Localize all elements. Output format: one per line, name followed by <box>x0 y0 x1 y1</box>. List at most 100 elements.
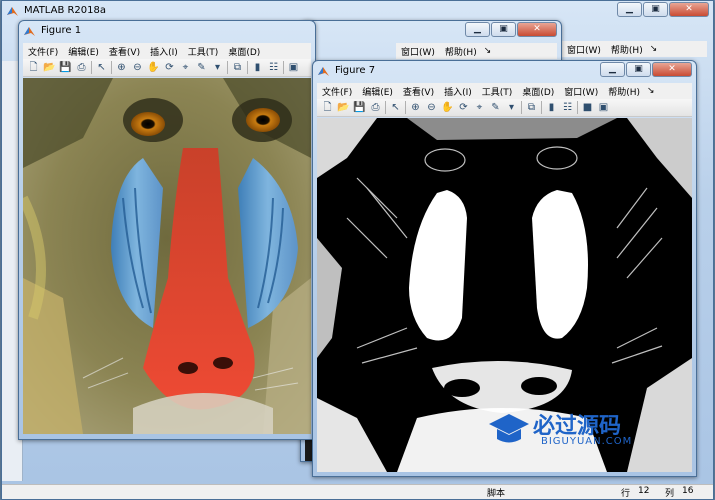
figure7-title-bar[interactable]: Figure 7 ▁ ▣ ✕ <box>313 61 696 83</box>
bg-maximize-button[interactable]: ▣ <box>491 22 516 37</box>
brush-icon[interactable]: ✎ <box>489 101 502 114</box>
hide-plot-tools-icon[interactable]: ■ <box>581 101 594 114</box>
f7-menu-view[interactable]: 查看(V) <box>398 85 439 98</box>
figure1-title-bar[interactable]: Figure 1 <box>19 21 315 43</box>
maximize-button[interactable]: ▣ <box>643 2 668 17</box>
status-row-label: 行 <box>621 489 631 499</box>
f7-menu-edit[interactable]: 编辑(E) <box>357 85 398 98</box>
dropdown-arrow-icon[interactable]: ▾ <box>505 101 518 114</box>
legend-icon[interactable]: ☷ <box>267 61 280 74</box>
colorbar-icon[interactable]: ▮ <box>545 101 558 114</box>
toolbar-separator <box>283 61 284 74</box>
bg-menubar: 窗口(W) 帮助(H) ↘ <box>396 43 557 59</box>
menu-expand-icon[interactable]: ↘ <box>648 44 660 54</box>
toolbar-separator <box>227 61 228 74</box>
figure-icon <box>24 27 35 36</box>
status-col-value: 16 <box>682 486 694 496</box>
mandrill-binary-image: 必过源码 BIGUYUAN.COM <box>317 118 692 472</box>
print-icon[interactable]: ⎙ <box>75 61 88 74</box>
f7-menu-window[interactable]: 窗口(W) <box>559 85 603 98</box>
open-folder-icon[interactable]: 📂 <box>43 61 56 74</box>
zoom-in-icon[interactable]: ⊕ <box>115 61 128 74</box>
f1-menu-edit[interactable]: 编辑(E) <box>63 45 104 58</box>
f1-menu-view[interactable]: 查看(V) <box>104 45 145 58</box>
zoom-out-icon[interactable]: ⊖ <box>425 101 438 114</box>
data-cursor-icon[interactable]: ⌖ <box>179 61 192 74</box>
f7-menu-tools[interactable]: 工具(T) <box>477 85 518 98</box>
f7-menu-insert[interactable]: 插入(I) <box>439 85 477 98</box>
pointer-icon[interactable]: ↖ <box>389 101 402 114</box>
open-folder-icon[interactable]: 📂 <box>337 101 350 114</box>
f1-menu-file[interactable]: 文件(F) <box>23 45 63 58</box>
figure1-window: Figure 1 文件(F) 编辑(E) 查看(V) 插入(I) 工具(T) 桌… <box>18 20 316 440</box>
matlab-logo-icon <box>7 7 18 16</box>
toolbar-separator <box>385 101 386 114</box>
bg-menu-expand-icon[interactable]: ↘ <box>482 46 494 56</box>
mandrill-color-drawing <box>23 78 311 434</box>
f7-menu-file[interactable]: 文件(F) <box>317 85 357 98</box>
toolbar-separator <box>91 61 92 74</box>
watermark-url: BIGUYUAN.COM <box>541 436 633 447</box>
pointer-icon[interactable]: ↖ <box>95 61 108 74</box>
f7-close-button[interactable]: ✕ <box>652 62 692 77</box>
figure7-window: Figure 7 ▁ ▣ ✕ 文件(F) 编辑(E) 查看(V) 插入(I) 工… <box>312 60 697 477</box>
link-plot-icon[interactable]: ⧉ <box>525 101 538 114</box>
toolbar-separator <box>577 101 578 114</box>
new-file-icon[interactable]: 🗋 <box>321 101 334 114</box>
bg-minimize-button[interactable]: ▁ <box>465 22 490 37</box>
new-file-icon[interactable]: 🗋 <box>27 61 40 74</box>
close-button[interactable]: ✕ <box>669 2 709 17</box>
zoom-in-icon[interactable]: ⊕ <box>409 101 422 114</box>
toolbar-separator <box>405 101 406 114</box>
save-icon[interactable]: 💾 <box>353 101 366 114</box>
matlab-title: MATLAB R2018a <box>24 5 107 16</box>
toolbar-separator <box>247 61 248 74</box>
dropdown-arrow-icon[interactable]: ▾ <box>211 61 224 74</box>
f7-menu-desktop[interactable]: 桌面(D) <box>517 85 559 98</box>
matlab-status-bar: 脚本 行 12 列 16 <box>2 484 713 499</box>
save-icon[interactable]: 💾 <box>59 61 72 74</box>
f1-menu-tools[interactable]: 工具(T) <box>183 45 224 58</box>
toolbar-separator <box>541 101 542 114</box>
bg-menu-help[interactable]: 帮助(H) <box>440 45 482 58</box>
watermark: 必过源码 BIGUYUAN.COM <box>485 408 685 458</box>
figure7-title: Figure 7 <box>335 65 376 76</box>
figure7-menubar: 文件(F) 编辑(E) 查看(V) 插入(I) 工具(T) 桌面(D) 窗口(W… <box>317 83 692 99</box>
mandrill-color-image <box>23 78 311 434</box>
brush-icon[interactable]: ✎ <box>195 61 208 74</box>
f1-menu-insert[interactable]: 插入(I) <box>145 45 183 58</box>
figure1-toolbar: 🗋 📂 💾 ⎙ ↖ ⊕ ⊖ ✋ ⟳ ⌖ ✎ ▾ ⧉ ▮ ☷ ▣ <box>23 59 311 77</box>
print-icon[interactable]: ⎙ <box>369 101 382 114</box>
f1-menu-desktop[interactable]: 桌面(D) <box>223 45 265 58</box>
figure1-menubar: 文件(F) 编辑(E) 查看(V) 插入(I) 工具(T) 桌面(D) <box>23 43 311 59</box>
link-plot-icon[interactable]: ⧉ <box>231 61 244 74</box>
data-cursor-icon[interactable]: ⌖ <box>473 101 486 114</box>
menu-help[interactable]: 帮助(H) <box>606 43 648 56</box>
plot-tools-icon[interactable]: ▣ <box>597 101 610 114</box>
toolbar-separator <box>521 101 522 114</box>
rotate-3d-icon[interactable]: ⟳ <box>163 61 176 74</box>
figure-icon <box>318 67 329 76</box>
plot-tools-icon[interactable]: ▣ <box>287 61 300 74</box>
pan-hand-icon[interactable]: ✋ <box>441 101 454 114</box>
matlab-menubar: 窗口(W) 帮助(H) ↘ <box>562 41 707 57</box>
status-col-label: 列 <box>665 489 675 499</box>
pan-hand-icon[interactable]: ✋ <box>147 61 160 74</box>
bg-menu-window[interactable]: 窗口(W) <box>396 45 440 58</box>
menu-window[interactable]: 窗口(W) <box>562 43 606 56</box>
toolbar-separator <box>111 61 112 74</box>
bg-close-button[interactable]: ✕ <box>517 22 557 37</box>
figure1-title: Figure 1 <box>41 25 82 36</box>
rotate-3d-icon[interactable]: ⟳ <box>457 101 470 114</box>
figure7-toolbar: 🗋 📂 💾 ⎙ ↖ ⊕ ⊖ ✋ ⟳ ⌖ ✎ ▾ ⧉ ▮ ☷ ■ ▣ <box>317 99 692 117</box>
f7-menu-help[interactable]: 帮助(H) <box>603 85 645 98</box>
f7-menu-expand-icon[interactable]: ↘ <box>645 86 657 96</box>
colorbar-icon[interactable]: ▮ <box>251 61 264 74</box>
zoom-out-icon[interactable]: ⊖ <box>131 61 144 74</box>
watermark-logo-icon <box>489 414 529 443</box>
minimize-button[interactable]: ▁ <box>617 2 642 17</box>
status-script: 脚本 <box>487 489 506 499</box>
f7-minimize-button[interactable]: ▁ <box>600 62 625 77</box>
f7-maximize-button[interactable]: ▣ <box>626 62 651 77</box>
legend-icon[interactable]: ☷ <box>561 101 574 114</box>
